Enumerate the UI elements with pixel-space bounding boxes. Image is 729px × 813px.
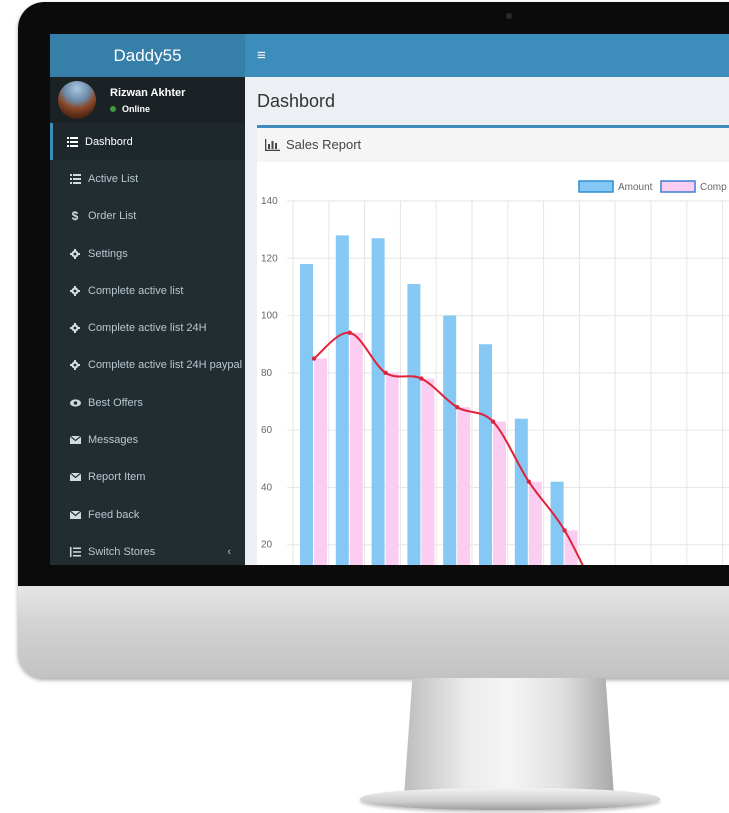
- y-tick-label: 20: [261, 540, 273, 551]
- panel-header: Sales Report: [257, 128, 729, 162]
- top-navbar: ≡: [245, 34, 729, 77]
- bar-chart-icon: [265, 138, 280, 151]
- legend-label: Comp: [700, 182, 727, 193]
- bar-comp: [385, 372, 399, 565]
- y-tick-label: 60: [261, 425, 273, 436]
- gear-icon: [68, 248, 82, 259]
- sidebar-item-report-item[interactable]: Report Item: [50, 459, 245, 496]
- legend-swatch: [660, 180, 696, 193]
- trend-point: [383, 370, 388, 376]
- panel-title: Sales Report: [286, 137, 362, 152]
- eye-icon: [68, 399, 82, 407]
- y-tick-label: 80: [261, 368, 273, 379]
- bar-amount: [479, 344, 492, 565]
- trend-point: [455, 405, 460, 410]
- gear-icon: [68, 360, 82, 371]
- bar-comp: [349, 332, 363, 565]
- hamburger-icon[interactable]: ≡: [257, 47, 266, 64]
- trend-point: [562, 528, 567, 533]
- sidebar-item-feed-back[interactable]: Feed back: [50, 496, 245, 533]
- sales-chart: 140 120 100 80 60 40 20 Amount Comp: [257, 165, 729, 565]
- brand-logo[interactable]: Daddy55: [50, 34, 245, 77]
- bar-comp: [421, 378, 435, 565]
- user-name: Rizwan Akhter: [110, 86, 186, 99]
- sidebar-item-label: Complete active list: [88, 284, 184, 297]
- sidebar: Daddy55 Rizwan Akhter Online Dashbord Ac…: [50, 34, 245, 565]
- user-info: Rizwan Akhter Online: [110, 87, 185, 114]
- trend-point: [490, 419, 496, 424]
- sidebar-item-label: Complete active list 24H: [88, 322, 207, 335]
- page-title: Dashbord: [257, 90, 336, 111]
- user-status-label: Online: [122, 103, 151, 114]
- sidebar-item-complete-active-list-24h[interactable]: Complete active list 24H: [50, 309, 245, 346]
- sidebar-item-label: Order List: [88, 210, 137, 223]
- list-ol-icon: [68, 546, 82, 557]
- y-tick-label: 40: [261, 482, 273, 493]
- sidebar-item-messages[interactable]: Messages: [50, 421, 245, 458]
- envelope-icon: [68, 510, 82, 519]
- sidebar-item-dashbord[interactable]: Dashbord: [50, 123, 245, 161]
- sidebar-item-label: Active List: [88, 172, 139, 185]
- sidebar-item-label: Settings: [88, 247, 128, 260]
- bar-comp: [457, 407, 471, 565]
- trend-point: [311, 356, 317, 361]
- envelope-icon: [68, 436, 82, 445]
- trend-point: [419, 376, 424, 381]
- sidebar-item-label: Switch Stores: [88, 545, 156, 558]
- bar-amount: [371, 238, 385, 565]
- bar-amount: [335, 235, 349, 565]
- sidebar-item-label: Feed back: [88, 508, 140, 521]
- gear-icon: [68, 323, 82, 334]
- sidebar-item-label: Report Item: [88, 471, 146, 484]
- sidebar-item-label: Best Offers: [88, 396, 143, 409]
- bar-amount: [514, 418, 528, 565]
- online-dot-icon: [110, 105, 116, 112]
- sales-chart-svg: 140 120 100 80 60 40 20 Amount Comp: [261, 180, 729, 565]
- envelope-icon: [68, 473, 82, 482]
- bar-amount: [407, 284, 421, 565]
- y-tick-label: 120: [261, 253, 278, 264]
- y-tick-label: 100: [261, 311, 278, 322]
- trend-point: [526, 479, 531, 484]
- user-panel: Rizwan Akhter Online: [50, 77, 245, 123]
- sidebar-item-label: Complete active list 24H paypal: [88, 359, 243, 372]
- legend-swatch: [578, 180, 614, 193]
- camera-icon: [506, 13, 512, 19]
- gear-icon: [68, 285, 82, 296]
- sales-report-panel: Sales Report 140 120 100 80 60 40 20 Amount Comp: [257, 125, 729, 565]
- content-header: Dashbord: [245, 77, 729, 125]
- monitor-stand-neck: [404, 678, 614, 796]
- avatar[interactable]: [58, 81, 96, 119]
- trend-point: [347, 330, 352, 335]
- sidebar-item-active-list[interactable]: Active List: [50, 160, 245, 197]
- bar-comp: [493, 421, 506, 565]
- bar-comp: [528, 481, 542, 565]
- sidebar-item-label: Messages: [88, 434, 139, 447]
- screen: Daddy55 Rizwan Akhter Online Dashbord Ac…: [50, 34, 729, 565]
- bar-amount: [300, 264, 313, 565]
- sidebar-item-label: Dashbord: [85, 135, 133, 148]
- sidebar-item-settings[interactable]: Settings: [50, 235, 245, 272]
- sidebar-item-complete-active-list-24h-paypal[interactable]: Complete active list 24H paypal: [50, 347, 245, 384]
- list-icon: [65, 136, 79, 147]
- legend-label: Amount: [618, 182, 653, 193]
- sidebar-item-switch-stores[interactable]: Switch Stores ‹: [50, 533, 245, 565]
- sidebar-item-order-list[interactable]: $ Order List: [50, 198, 245, 235]
- bar-comp: [314, 358, 327, 565]
- y-tick-label: 140: [261, 196, 278, 207]
- dollar-icon: $: [71, 209, 79, 224]
- sidebar-menu: Dashbord Active List $ Order List Settin…: [50, 123, 245, 565]
- list-icon: [68, 173, 82, 184]
- bar-amount: [443, 315, 457, 565]
- sidebar-item-best-offers[interactable]: Best Offers: [50, 384, 245, 421]
- sidebar-item-complete-active-list[interactable]: Complete active list: [50, 272, 245, 309]
- user-status: Online: [110, 104, 185, 114]
- monitor-stand-base: [360, 788, 660, 810]
- chevron-left-icon[interactable]: ‹: [227, 546, 231, 558]
- bar-amount: [550, 481, 564, 565]
- monitor-chin: [18, 586, 729, 678]
